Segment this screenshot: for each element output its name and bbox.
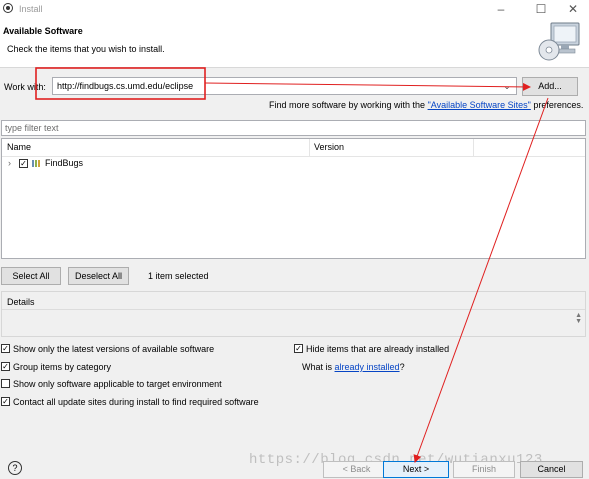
select-all-button[interactable]: Select All [1, 267, 61, 285]
selection-status: 1 item selected [148, 271, 209, 281]
filter-input[interactable] [2, 121, 568, 135]
add-button[interactable]: Add... [522, 77, 578, 96]
spinner-icon[interactable]: ▲ ▼ [575, 312, 582, 325]
eclipse-icon [3, 3, 13, 13]
table-header [2, 139, 585, 157]
column-name[interactable]: Name [7, 142, 31, 152]
checkbox[interactable]: ✓ [1, 397, 10, 406]
cancel-button[interactable]: Cancel [520, 461, 583, 478]
category-icon [32, 160, 40, 167]
row-checkbox[interactable]: ✓ [19, 159, 28, 168]
window-title: Install [19, 4, 43, 14]
filter-field[interactable] [1, 120, 586, 136]
close-button[interactable]: ✕ [563, 1, 583, 17]
work-with-value: http://findbugs.cs.umd.edu/eclipse [57, 81, 194, 91]
option-label: Show only software applicable to target … [13, 379, 222, 389]
back-button[interactable]: < Back [323, 461, 390, 478]
column-divider [309, 139, 310, 156]
software-table[interactable]: Name Version › ✓ FindBugs [1, 138, 586, 259]
deselect-all-button[interactable]: Deselect All [68, 267, 129, 285]
already-installed-link[interactable]: already installed [335, 362, 400, 372]
option-label: Show only the latest versions of availab… [13, 344, 215, 354]
checkbox[interactable] [1, 379, 10, 388]
maximize-button[interactable]: ☐ [531, 1, 551, 17]
what-is-prefix: What is [302, 362, 335, 372]
what-is-installed: What is already installed? [302, 362, 405, 372]
page-subtitle: Check the items that you wish to install… [7, 44, 165, 54]
minimize-button[interactable]: – [491, 1, 511, 17]
column-version[interactable]: Version [314, 142, 344, 152]
available-software-sites-link[interactable]: "Available Software Sites" [428, 100, 531, 110]
work-with-label: Work with: [4, 82, 46, 92]
details-panel: Details ▲ ▼ [1, 291, 586, 337]
chevron-down-icon[interactable]: ⌄ [500, 78, 514, 94]
chevron-right-icon[interactable]: › [8, 158, 11, 168]
finish-button[interactable]: Finish [453, 461, 515, 478]
work-with-combo[interactable]: http://findbugs.cs.umd.edu/eclipse ⌄ [52, 77, 517, 95]
what-is-suffix: ? [399, 362, 405, 372]
checkbox[interactable]: ✓ [294, 344, 303, 353]
find-more-suffix: preferences. [530, 100, 584, 110]
page-title: Available Software [3, 26, 83, 36]
checkbox[interactable]: ✓ [1, 362, 10, 371]
option-label: Hide items that are already installed [306, 344, 450, 354]
column-divider [473, 139, 474, 156]
install-banner-icon [538, 22, 580, 61]
option-label: Contact all update sites during install … [13, 397, 259, 407]
help-icon[interactable]: ? [8, 461, 22, 475]
details-label: Details [7, 297, 35, 307]
find-more-prefix: Find more software by working with the [269, 100, 428, 110]
option-label: Group items by category [13, 362, 112, 372]
next-button[interactable]: Next > [383, 461, 449, 478]
page-header: Available Software Check the items that … [0, 18, 589, 68]
find-more-text: Find more software by working with the "… [269, 100, 583, 110]
details-divider [2, 309, 585, 310]
table-row[interactable]: › ✓ FindBugs [2, 157, 585, 171]
row-name: FindBugs [45, 158, 84, 168]
checkbox[interactable]: ✓ [1, 344, 10, 353]
title-bar: Install – ☐ ✕ [0, 0, 589, 18]
